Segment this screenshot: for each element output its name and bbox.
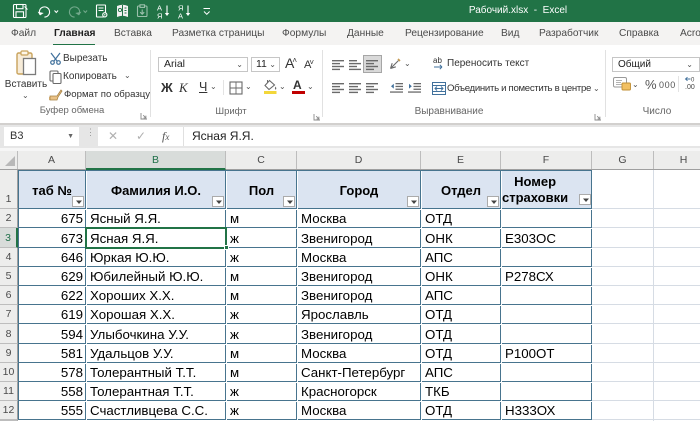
svg-text:.00: .00 [685,84,695,91]
svg-text:0: 0 [691,78,695,84]
svg-text:ab: ab [433,56,442,65]
svg-text:А: А [178,12,183,21]
svg-text:Я: Я [157,12,162,21]
